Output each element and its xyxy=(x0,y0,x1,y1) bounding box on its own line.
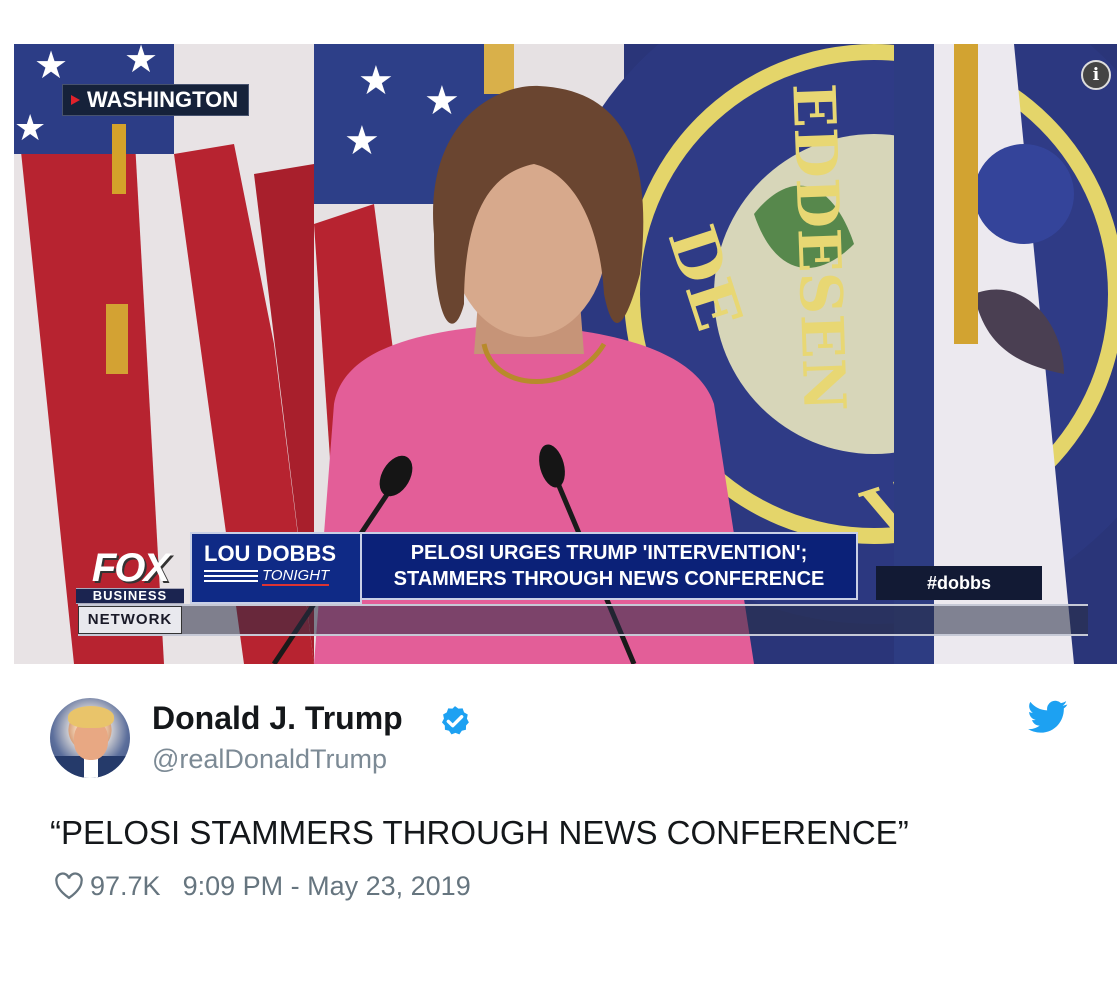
show-title: LOU DOBBS xyxy=(204,541,336,566)
avatar[interactable] xyxy=(50,698,130,778)
page: ★ ★ ★ ★ ★ ★ DE EDDESEN WASHINGTON i FOX … xyxy=(0,0,1117,992)
show-subtitle: TONIGHT xyxy=(262,567,330,586)
ticker-bar: NETWORK xyxy=(78,604,1088,636)
lower-third: FOX BUSINESS LOU DOBBS TONIGHT PELOSI UR… xyxy=(14,532,1117,642)
avatar-hair xyxy=(68,706,114,728)
play-arrow-icon xyxy=(71,95,80,105)
tweet-text: “PELOSI STAMMERS THROUGH NEWS CONFERENCE… xyxy=(50,814,909,851)
info-icon[interactable]: i xyxy=(1081,60,1111,90)
svg-text:★: ★ xyxy=(344,118,380,164)
headline-line-1: PELOSI URGES TRUMP 'INTERVENTION'; xyxy=(410,542,808,564)
like-count: 97.7K xyxy=(90,870,161,901)
hashtag-box: #dobbs xyxy=(876,566,1042,600)
user-handle[interactable]: @realDonaldTrump xyxy=(152,744,387,775)
tweet-card[interactable]: Donald J. Trump @realDonaldTrump “PELOSI… xyxy=(0,664,1117,914)
display-name[interactable]: Donald J. Trump xyxy=(152,700,403,737)
show-bars-decoration xyxy=(204,570,258,584)
tweet-timestamp[interactable]: 9:09 PM - May 23, 2019 xyxy=(183,871,471,902)
embedded-video[interactable]: ★ ★ ★ ★ ★ ★ DE EDDESEN WASHINGTON i FOX … xyxy=(14,44,1117,664)
svg-text:★: ★ xyxy=(124,44,158,81)
svg-text:★: ★ xyxy=(14,108,46,149)
svg-text:★: ★ xyxy=(34,44,68,87)
headline-line-2: STAMMERS THROUGH NEWS CONFERENCE xyxy=(393,568,825,590)
tweet-meta: 97.7K 9:09 PM - May 23, 2019 xyxy=(54,870,471,902)
fox-business-logo: FOX BUSINESS xyxy=(76,548,184,604)
svg-text:EDDESEN: EDDESEN xyxy=(779,82,858,412)
show-title-box: LOU DOBBS TONIGHT xyxy=(190,532,362,604)
headline-box: PELOSI URGES TRUMP 'INTERVENTION'; STAMM… xyxy=(360,532,858,600)
location-text: WASHINGTON xyxy=(87,87,239,112)
verified-badge-icon xyxy=(441,706,469,735)
svg-text:★: ★ xyxy=(424,78,460,124)
network-label: NETWORK xyxy=(78,606,182,634)
fox-logo-subtext: BUSINESS xyxy=(76,588,184,604)
location-tag: WASHINGTON xyxy=(62,84,250,116)
svg-text:★: ★ xyxy=(358,58,394,104)
fox-logo-text: FOX xyxy=(91,546,170,590)
heart-icon[interactable] xyxy=(54,872,84,900)
twitter-bird-icon[interactable] xyxy=(1028,700,1068,734)
